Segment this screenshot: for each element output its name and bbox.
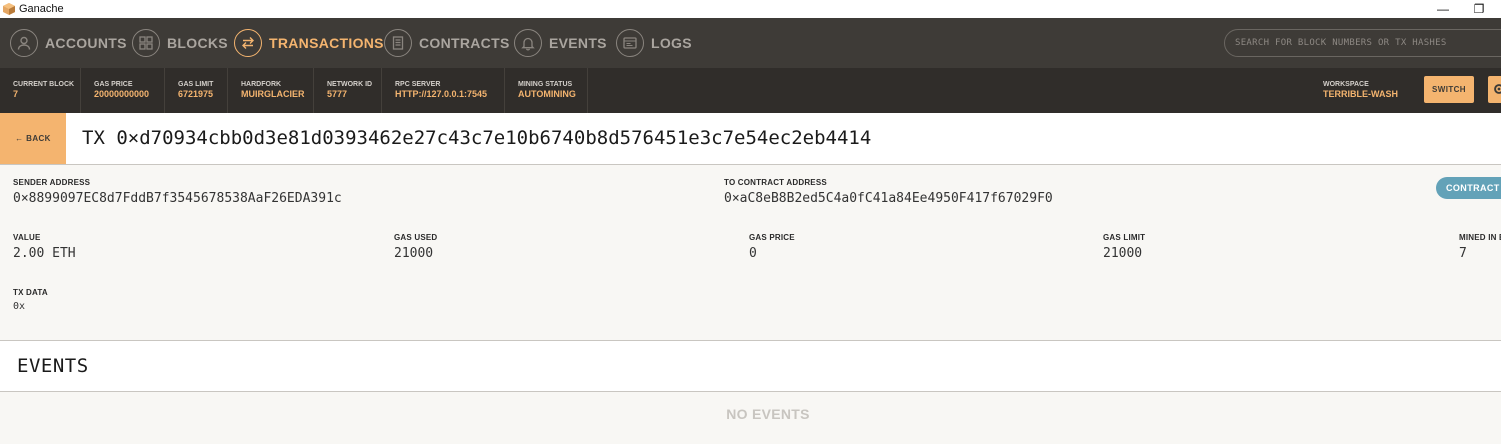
current-block-value: 7 <box>13 89 19 99</box>
workspace-label: WORKSPACE <box>1323 81 1369 88</box>
tx-gas-limit-field: GAS LIMIT 21000 <box>1103 233 1145 261</box>
rpc-server-label: RPC SERVER <box>395 81 441 88</box>
hardfork-value: MUIRGLACIER <box>241 89 305 99</box>
stat-mining-status: MINING STATUS AUTOMINING <box>505 68 588 113</box>
top-navigation: ACCOUNTS BLOCKS TRANSACTIONS CONTRACTS E… <box>0 18 1501 68</box>
switch-workspace-button[interactable]: SWITCH <box>1424 76 1474 103</box>
tx-gas-limit-value: 21000 <box>1103 246 1143 261</box>
gas-used-field: GAS USED 21000 <box>394 233 437 261</box>
gas-price-value: 20000000000 <box>94 89 150 99</box>
bell-icon <box>514 29 542 57</box>
window-title: Ganache <box>19 3 64 15</box>
nav-events-label: EVENTS <box>549 35 607 51</box>
gas-price-label: GAS PRICE <box>94 81 133 88</box>
to-contract-address-label: TO CONTRACT ADDRESS <box>724 178 827 187</box>
transactions-icon <box>234 29 262 57</box>
mining-status-label: MINING STATUS <box>518 81 573 88</box>
tx-gas-price-field: GAS PRICE 0 <box>749 233 795 261</box>
tx-gas-price-value: 0 <box>749 246 757 261</box>
stat-current-block: CURRENT BLOCK 7 <box>0 68 81 113</box>
events-section-header: EVENTS <box>0 341 1501 392</box>
settings-gear-button[interactable] <box>1488 76 1501 103</box>
transaction-details: SENDER ADDRESS 0×8899097EC8d7FddB7f35456… <box>0 165 1501 341</box>
gas-limit-label: GAS LIMIT <box>178 81 214 88</box>
contract-call-badge: CONTRACT CALL <box>1436 177 1501 199</box>
nav-contracts-label: CONTRACTS <box>419 35 510 51</box>
stat-gas-limit: GAS LIMIT 6721975 <box>165 68 228 113</box>
tx-gas-limit-label: GAS LIMIT <box>1103 233 1146 242</box>
nav-events[interactable]: EVENTS <box>514 26 607 60</box>
search-input[interactable] <box>1224 29 1501 57</box>
gas-used-label: GAS USED <box>394 233 438 242</box>
restore-button[interactable]: ❐ <box>1467 1 1491 17</box>
gas-used-value: 21000 <box>394 246 434 261</box>
tx-data-label: TX DATA <box>13 288 48 297</box>
hardfork-label: HARDFORK <box>241 81 282 88</box>
nav-accounts[interactable]: ACCOUNTS <box>10 26 127 60</box>
nav-blocks[interactable]: BLOCKS <box>132 26 228 60</box>
mined-in-block-field: MINED IN BLOCK 7 <box>1459 233 1501 261</box>
tx-data-field: TX DATA 0x <box>13 288 48 312</box>
ganache-logo-icon <box>3 3 15 15</box>
minimize-button[interactable]: — <box>1431 1 1455 17</box>
rpc-server-value: HTTP://127.0.0.1:7545 <box>395 89 488 99</box>
events-title: EVENTS <box>17 355 89 377</box>
stat-gas-price: GAS PRICE 20000000000 <box>81 68 165 113</box>
sender-address-field: SENDER ADDRESS 0×8899097EC8d7FddB7f35456… <box>13 178 342 206</box>
account-icon <box>10 29 38 57</box>
window-titlebar: Ganache — ❐ <box>0 0 1501 19</box>
mined-in-block-label: MINED IN BLOCK <box>1459 233 1501 242</box>
network-id-label: NETWORK ID <box>327 81 373 88</box>
gear-icon <box>1494 84 1501 94</box>
workspace-value: TERRIBLE-WASH <box>1323 89 1398 99</box>
network-id-value: 5777 <box>327 89 348 99</box>
tx-data-value: 0x <box>13 301 26 312</box>
value-value: 2.00 ETH <box>13 246 76 261</box>
nav-accounts-label: ACCOUNTS <box>45 35 127 51</box>
logs-icon <box>616 29 644 57</box>
stat-network-id: NETWORK ID 5777 <box>314 68 382 113</box>
nav-blocks-label: BLOCKS <box>167 35 228 51</box>
contracts-icon <box>384 29 412 57</box>
nav-contracts[interactable]: CONTRACTS <box>384 26 510 60</box>
transaction-hash-title: TX 0×d70934cbb0d3e81d0393462e27c43c7e10b… <box>82 127 872 149</box>
chain-status-bar: CURRENT BLOCK 7 GAS PRICE 20000000000 GA… <box>0 68 1501 113</box>
value-field: VALUE 2.00 ETH <box>13 233 76 261</box>
to-contract-address-value: 0×aC8eB8B2ed5C4a0fC41a84Ee4950F417f67029… <box>724 191 1053 206</box>
stat-hardfork: HARDFORK MUIRGLACIER <box>228 68 314 113</box>
mining-status-value: AUTOMINING <box>518 89 576 99</box>
current-block-label: CURRENT BLOCK <box>13 81 75 88</box>
events-list: NO EVENTS <box>0 392 1501 444</box>
blocks-icon <box>132 29 160 57</box>
gas-limit-value: 6721975 <box>178 89 214 99</box>
nav-transactions-label: TRANSACTIONS <box>269 35 384 51</box>
nav-logs-label: LOGS <box>651 35 692 51</box>
sender-address-value: 0×8899097EC8d7FddB7f3545678538AaF26EDA39… <box>13 191 342 206</box>
value-label: VALUE <box>13 233 41 242</box>
back-button[interactable]: ← BACK <box>0 113 66 164</box>
nav-logs[interactable]: LOGS <box>616 26 692 60</box>
tx-gas-price-label: GAS PRICE <box>749 233 795 242</box>
sender-address-label: SENDER ADDRESS <box>13 178 91 187</box>
to-contract-address-field: TO CONTRACT ADDRESS 0×aC8eB8B2ed5C4a0fC4… <box>724 178 1053 206</box>
mined-in-block-value: 7 <box>1459 246 1467 261</box>
transaction-header: ← BACK TX 0×d70934cbb0d3e81d0393462e27c4… <box>0 113 1501 165</box>
no-events-message: NO EVENTS <box>726 406 810 422</box>
stat-rpc-server: RPC SERVER HTTP://127.0.0.1:7545 <box>382 68 505 113</box>
nav-transactions[interactable]: TRANSACTIONS <box>234 26 384 60</box>
